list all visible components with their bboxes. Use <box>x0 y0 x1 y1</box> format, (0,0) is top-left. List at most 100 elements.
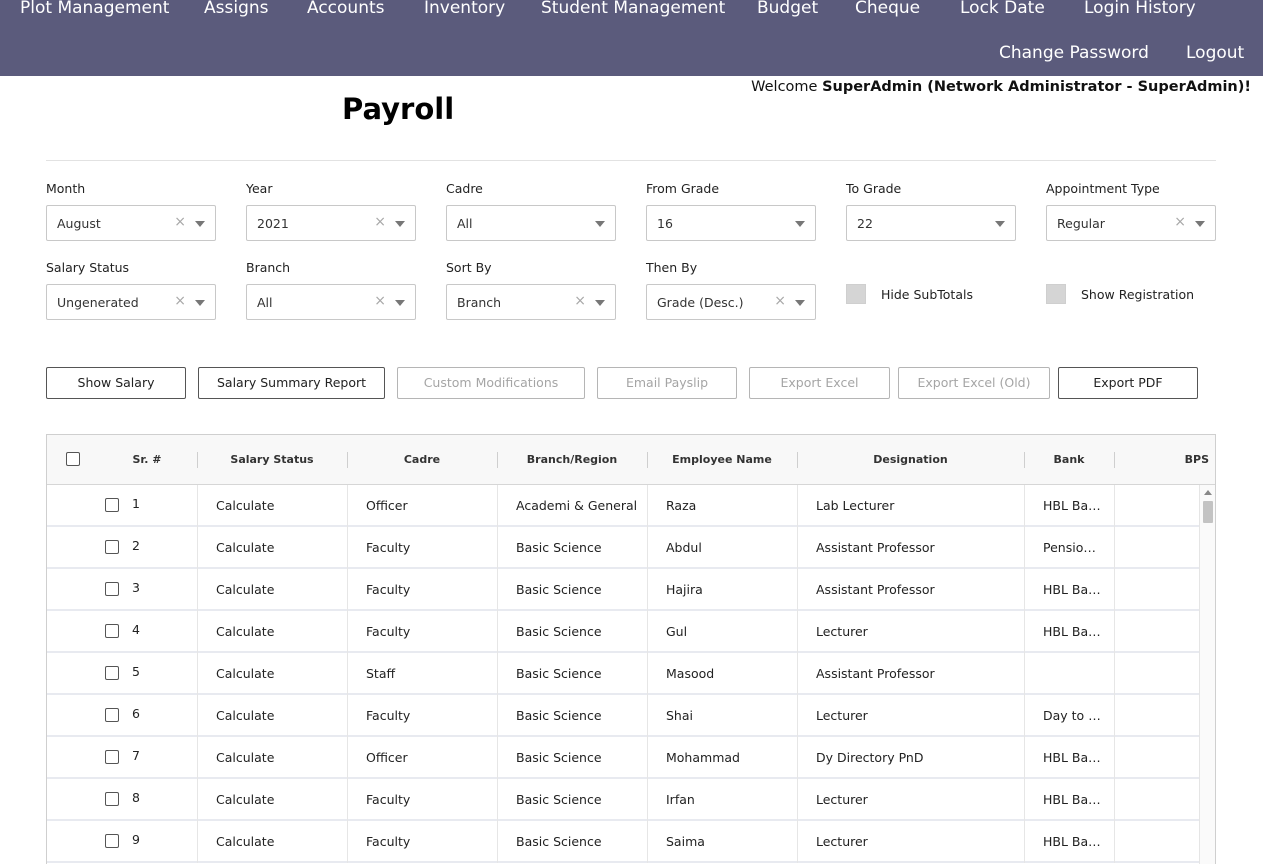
year-select[interactable]: 2021 × <box>246 205 416 241</box>
nav-change-password[interactable]: Change Password <box>999 43 1149 63</box>
scroll-up-icon[interactable] <box>1204 490 1212 495</box>
month-clear-icon[interactable]: × <box>174 214 186 230</box>
select-all-checkbox[interactable] <box>66 452 80 466</box>
row-checkbox[interactable] <box>105 624 119 638</box>
year-chevron-down-icon[interactable] <box>395 221 405 227</box>
welcome-prefix: Welcome <box>751 79 823 95</box>
nav-logout[interactable]: Logout <box>1186 43 1244 63</box>
table-row[interactable]: 8 Calculate Faculty Basic Science Irfan Lectu… <box>47 779 1201 821</box>
branch-value: All <box>257 295 273 310</box>
row-checkbox[interactable] <box>105 750 119 764</box>
then-by-clear-icon[interactable]: × <box>774 293 786 309</box>
appointment-type-select[interactable]: Regular × <box>1046 205 1216 241</box>
sort-by-chevron-down-icon[interactable] <box>595 300 605 306</box>
row-checkbox[interactable] <box>105 582 119 596</box>
month-label: Month <box>46 181 86 196</box>
from-grade-chevron-down-icon[interactable] <box>795 221 805 227</box>
branch-chevron-down-icon[interactable] <box>395 300 405 306</box>
scrollbar-thumb[interactable] <box>1203 501 1213 523</box>
column-header-cadre[interactable]: Cadre <box>347 435 497 485</box>
column-header-designation[interactable]: Designation <box>797 435 1024 485</box>
column-header-sr[interactable]: Sr. # <box>97 435 197 485</box>
appointment-type-value: Regular <box>1057 216 1105 231</box>
sr-cell: 2 <box>47 527 197 569</box>
salary-status-clear-icon[interactable]: × <box>174 293 186 309</box>
bank-cell: HBL Bank <box>1024 779 1114 821</box>
row-number: 2 <box>132 538 140 553</box>
hide-subtotals-label: Hide SubTotals <box>881 287 973 302</box>
sr-cell: 9 <box>47 821 197 863</box>
cadre-chevron-down-icon[interactable] <box>595 221 605 227</box>
table-row[interactable]: 4 Calculate Faculty Basic Science Gul Lecture… <box>47 611 1201 653</box>
custom-modifications-button[interactable]: Custom Modifications <box>397 367 585 399</box>
show-salary-button[interactable]: Show Salary <box>46 367 186 399</box>
nav-student-management[interactable]: Student Management <box>541 0 725 18</box>
show-registration-checkbox[interactable] <box>1046 284 1066 304</box>
table-row[interactable]: 7 Calculate Officer Basic Science Mohammad Dy… <box>47 737 1201 779</box>
nav-plot-management[interactable]: Plot Management <box>20 0 169 18</box>
appointment-type-clear-icon[interactable]: × <box>1174 214 1186 230</box>
to-grade-value: 22 <box>857 216 873 231</box>
row-checkbox[interactable] <box>105 540 119 554</box>
month-chevron-down-icon[interactable] <box>195 221 205 227</box>
table-row[interactable]: 9 Calculate Faculty Basic Science Saima Lectu… <box>47 821 1201 863</box>
year-clear-icon[interactable]: × <box>374 214 386 230</box>
nav-cheque[interactable]: Cheque <box>855 0 920 18</box>
salary-summary-report-button[interactable]: Salary Summary Report <box>198 367 385 399</box>
salary-status-select[interactable]: Ungenerated × <box>46 284 216 320</box>
to-grade-chevron-down-icon[interactable] <box>995 221 1005 227</box>
vertical-scrollbar[interactable] <box>1199 485 1215 864</box>
month-select[interactable]: August × <box>46 205 216 241</box>
cadre-select[interactable]: All <box>446 205 616 241</box>
table-row[interactable]: 5 Calculate Staff Basic Science Masood Assist… <box>47 653 1201 695</box>
year-label: Year <box>246 181 273 196</box>
bank-cell: HBL Bank <box>1024 485 1114 527</box>
table-row[interactable]: 6 Calculate Faculty Basic Science Shai Lectur… <box>47 695 1201 737</box>
branch-select[interactable]: All × <box>246 284 416 320</box>
column-header-salary-status[interactable]: Salary Status <box>197 435 347 485</box>
export-excel-old-button[interactable]: Export Excel (Old) <box>898 367 1050 399</box>
column-header-bps[interactable]: BPS <box>1157 435 1215 485</box>
nav-assigns[interactable]: Assigns <box>204 0 269 18</box>
employee-name-cell: Hajira <box>647 569 797 611</box>
nav-lock-date[interactable]: Lock Date <box>960 0 1045 18</box>
email-payslip-button[interactable]: Email Payslip <box>597 367 737 399</box>
then-by-label: Then By <box>646 260 698 275</box>
table-row[interactable]: 3 Calculate Faculty Basic Science Hajira Assi… <box>47 569 1201 611</box>
branch-clear-icon[interactable]: × <box>374 293 386 309</box>
row-checkbox[interactable] <box>105 498 119 512</box>
export-excel-button[interactable]: Export Excel <box>749 367 890 399</box>
then-by-select[interactable]: Grade (Desc.) × <box>646 284 816 320</box>
salary-status-cell: Calculate <box>197 611 347 653</box>
branch-region-cell: Basic Science <box>497 569 647 611</box>
sort-by-clear-icon[interactable]: × <box>574 293 586 309</box>
nav-budget[interactable]: Budget <box>757 0 818 18</box>
designation-cell: Assistant Professor <box>797 653 1024 695</box>
sort-by-select[interactable]: Branch × <box>446 284 616 320</box>
nav-login-history[interactable]: Login History <box>1084 0 1196 18</box>
export-pdf-button[interactable]: Export PDF <box>1058 367 1198 399</box>
to-grade-select[interactable]: 22 <box>846 205 1016 241</box>
show-registration-label: Show Registration <box>1081 287 1195 302</box>
row-checkbox[interactable] <box>105 834 119 848</box>
row-checkbox[interactable] <box>105 792 119 806</box>
appointment-type-chevron-down-icon[interactable] <box>1195 221 1205 227</box>
then-by-chevron-down-icon[interactable] <box>795 300 805 306</box>
salary-status-chevron-down-icon[interactable] <box>195 300 205 306</box>
nav-inventory[interactable]: Inventory <box>424 0 505 18</box>
welcome-user: SuperAdmin (Network Administrator - Supe… <box>822 79 1251 95</box>
grid-header: Sr. # Salary Status Cadre Branch/Region … <box>47 435 1215 485</box>
row-checkbox[interactable] <box>105 666 119 680</box>
column-header-employee-name[interactable]: Employee Name <box>647 435 797 485</box>
table-row[interactable]: 1 Calculate Officer Academi & General Raza La… <box>47 485 1201 527</box>
hide-subtotals-checkbox[interactable] <box>846 284 866 304</box>
row-number: 8 <box>132 790 140 805</box>
cadre-value: All <box>457 216 473 231</box>
bps-cell <box>1114 695 1201 737</box>
table-row[interactable]: 2 Calculate Faculty Basic Science Abdul Assis… <box>47 527 1201 569</box>
row-checkbox[interactable] <box>105 708 119 722</box>
column-header-branch-region[interactable]: Branch/Region <box>497 435 647 485</box>
column-header-bank[interactable]: Bank <box>1024 435 1114 485</box>
nav-accounts[interactable]: Accounts <box>307 0 385 18</box>
from-grade-select[interactable]: 16 <box>646 205 816 241</box>
